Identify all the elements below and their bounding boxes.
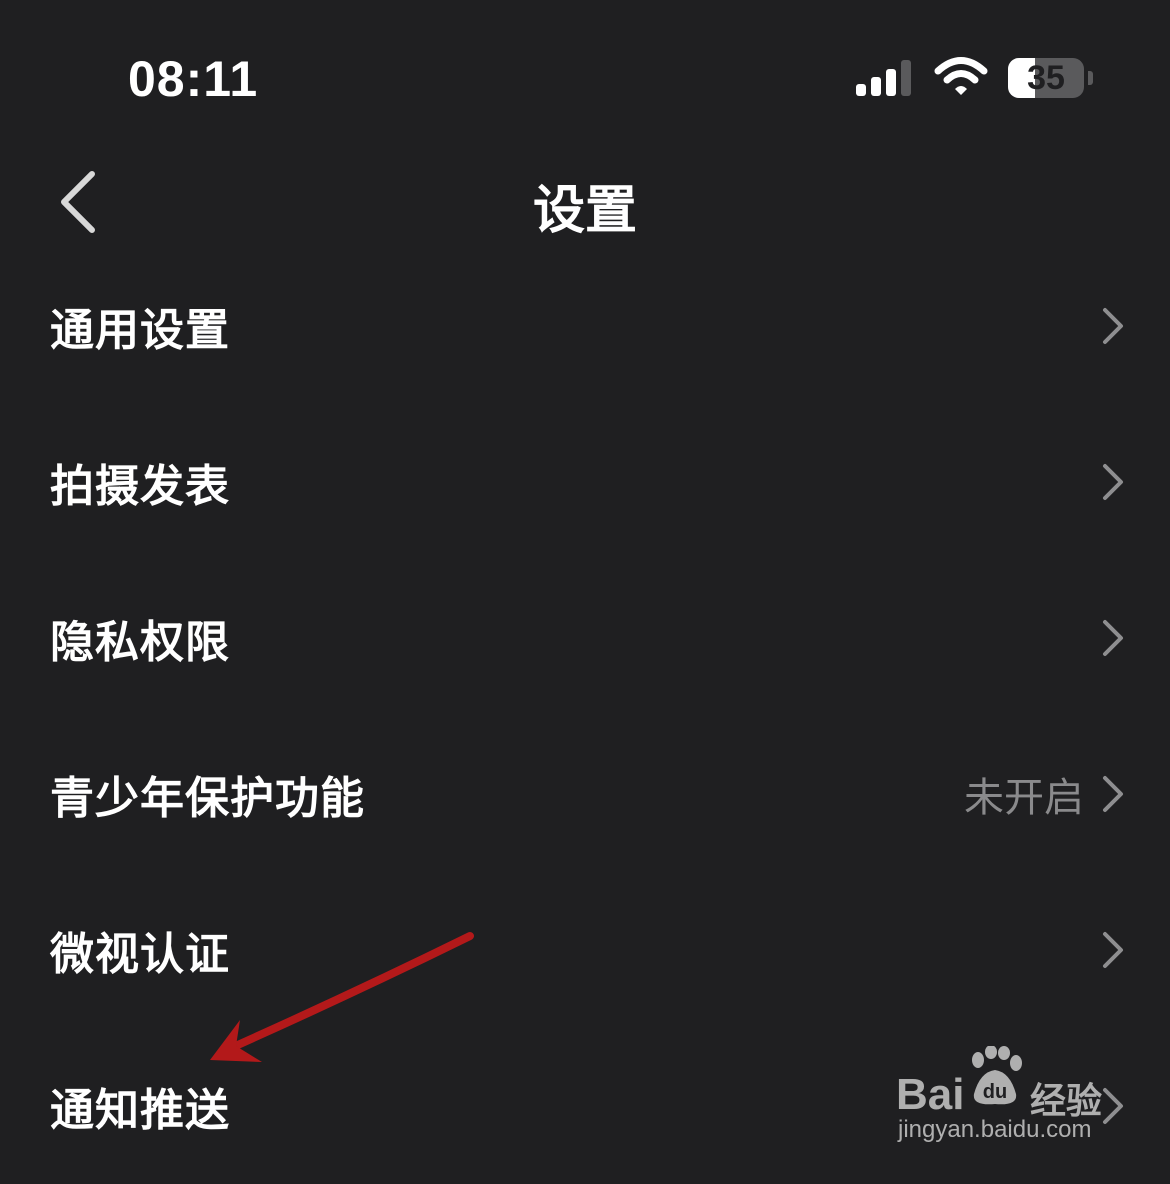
chevron-right-icon: [1103, 308, 1123, 344]
chevron-right-icon: [1103, 620, 1123, 656]
settings-item-capture-publish[interactable]: 拍摄发表: [0, 404, 1170, 560]
settings-item-label: 隐私权限: [50, 617, 230, 668]
settings-item-general[interactable]: 通用设置: [0, 248, 1170, 404]
watermark-brand: Bai: [896, 1070, 965, 1119]
baidu-watermark: Bai du 经验 jingyan.baidu.com: [896, 1040, 1146, 1150]
wifi-icon: [934, 57, 988, 95]
settings-item-label: 通知推送: [50, 1085, 230, 1136]
battery-percentage: 35: [1027, 59, 1065, 97]
chevron-right-icon: [1103, 464, 1123, 500]
navigation-bar: 设置: [0, 150, 1170, 260]
settings-item-label: 通用设置: [50, 305, 230, 356]
chevron-right-icon: [1103, 776, 1123, 812]
cellular-signal-icon: [856, 60, 911, 96]
battery-icon: 35: [1008, 58, 1094, 100]
settings-item-status: 未开启: [964, 775, 1084, 821]
battery-tip: [1088, 71, 1093, 85]
watermark-url: jingyan.baidu.com: [898, 1116, 1092, 1143]
chevron-right-icon: [1103, 932, 1123, 968]
status-bar: 08:11 35: [0, 0, 1170, 150]
status-time: 08:11: [128, 51, 259, 107]
baidu-paw-icon: du: [972, 1046, 1022, 1105]
settings-item-verification[interactable]: 微视认证: [0, 872, 1170, 1028]
settings-item-teen-protection[interactable]: 青少年保护功能 未开启: [0, 716, 1170, 872]
svg-text:du: du: [983, 1081, 1007, 1103]
settings-item-label: 青少年保护功能: [50, 773, 365, 824]
battery-body: 35: [1008, 58, 1084, 98]
settings-item-label: 微视认证: [50, 929, 230, 980]
settings-item-privacy[interactable]: 隐私权限: [0, 560, 1170, 716]
settings-item-label: 拍摄发表: [50, 461, 230, 512]
page-title: 设置: [532, 181, 637, 241]
